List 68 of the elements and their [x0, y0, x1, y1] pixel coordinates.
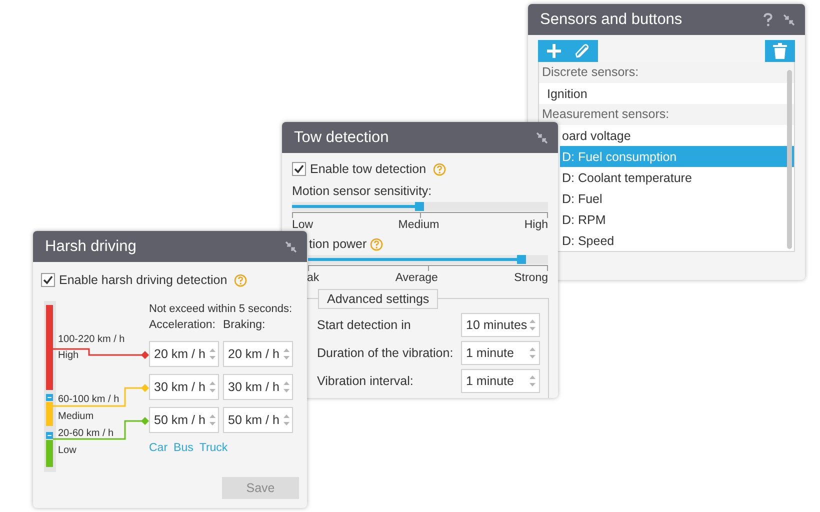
level-label: Low	[58, 445, 76, 456]
trash-icon[interactable]	[773, 43, 787, 59]
pencil-icon[interactable]	[574, 43, 590, 59]
slider-thumb[interactable]	[516, 255, 526, 264]
speed-field[interactable]: 50 km / h	[223, 407, 293, 433]
slider-thumb[interactable]	[415, 202, 424, 211]
spinner-icon[interactable]	[209, 380, 216, 394]
advanced-settings-button[interactable]: Advanced settings	[318, 289, 438, 309]
window-title: Harsh driving	[45, 238, 136, 256]
spinner-icon[interactable]	[529, 318, 536, 332]
column-heading: Braking:	[223, 319, 266, 333]
speed-field[interactable]: 50 km / h	[149, 407, 219, 433]
minus-icon[interactable]	[46, 432, 53, 439]
tick-label: Medium	[398, 219, 440, 231]
spinner-icon[interactable]	[283, 413, 290, 427]
slider-label: Motion sensor sensitivity:	[292, 184, 432, 198]
tick-label: Low	[292, 219, 314, 231]
section-heading: Measurement sensors:	[539, 104, 794, 125]
collapse-icon[interactable]	[536, 132, 548, 144]
spinner-icon[interactable]	[283, 347, 290, 361]
number-field[interactable]: 10 minutes	[461, 313, 540, 337]
help-icon[interactable]	[234, 274, 248, 286]
speed-range-label: 60-100 km / h	[58, 394, 120, 405]
spinner-icon[interactable]	[529, 346, 536, 360]
plus-icon[interactable]	[546, 43, 562, 59]
checkbox[interactable]	[292, 162, 306, 176]
speed-field[interactable]: 30 km / h	[149, 374, 219, 400]
level-label: High	[58, 350, 79, 361]
field-label: Vibration interval:	[317, 374, 414, 388]
tick-label: Average	[395, 272, 438, 284]
tick-label: ak	[306, 272, 320, 284]
minus-icon[interactable]	[46, 394, 53, 401]
column-heading: Acceleration:	[149, 319, 216, 333]
limits-heading: Not exceed within 5 seconds:	[149, 303, 293, 317]
field-label: Start detection in	[317, 318, 411, 332]
speed-field[interactable]: 20 km / h	[223, 341, 293, 367]
help-icon[interactable]	[433, 162, 446, 176]
collapse-icon[interactable]	[783, 14, 795, 26]
number-field[interactable]: 1 minute	[461, 369, 540, 393]
help-icon[interactable]	[370, 238, 383, 250]
window-title: Sensors and buttons	[540, 10, 682, 28]
scrollbar[interactable]	[787, 70, 792, 249]
field-label: Duration of the vibration:	[317, 346, 454, 360]
spinner-icon[interactable]	[529, 374, 536, 388]
spinner-icon[interactable]	[283, 380, 290, 394]
checkbox-label[interactable]: Enable tow detection	[310, 162, 426, 176]
level-label: Medium	[58, 411, 94, 422]
speed-range-label: 100-220 km / h	[58, 334, 125, 345]
speed-field[interactable]: 20 km / h	[149, 341, 219, 367]
checkbox[interactable]	[41, 273, 55, 287]
window-title: Tow detection	[294, 128, 389, 146]
checkbox-label[interactable]: Enable harsh driving detection	[59, 273, 228, 287]
number-field[interactable]: 1 minute	[461, 341, 540, 365]
slider-track[interactable]	[308, 255, 548, 264]
spinner-icon[interactable]	[209, 347, 216, 361]
toolbar-button-group[interactable]	[538, 40, 598, 62]
save-button: Save	[222, 477, 299, 499]
slider-label: tion power	[309, 237, 367, 251]
speed-field[interactable]: 30 km / h	[223, 374, 293, 400]
collapse-icon[interactable]	[285, 240, 297, 252]
speed-range-label: 20-60 km / h	[58, 428, 114, 439]
tick-label: Strong	[514, 272, 548, 284]
tick-label: High	[524, 219, 548, 231]
section-heading: Discrete sensors:	[539, 62, 794, 83]
help-icon[interactable]	[763, 12, 773, 26]
delete-button[interactable]	[765, 40, 795, 62]
slider-track[interactable]	[292, 202, 548, 211]
spinner-icon[interactable]	[209, 413, 216, 427]
